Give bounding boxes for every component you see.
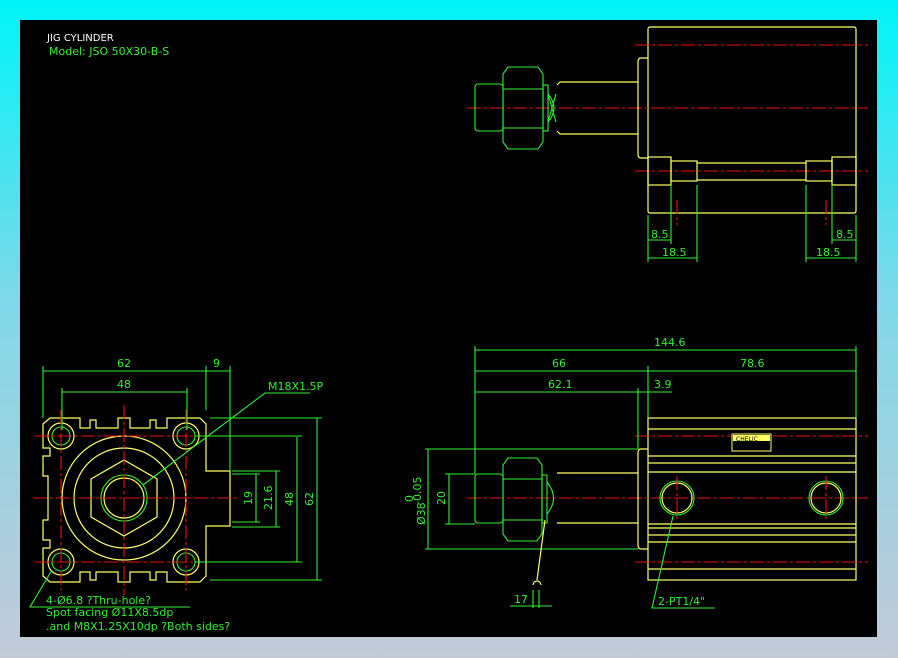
cad-drawing: JIG CYLINDER Model: JSO 50X30-B-S 8.5 18… <box>20 20 877 637</box>
dim-78-6: 78.6 <box>740 357 765 370</box>
thread-label: M18X1.5P <box>268 380 324 393</box>
dim-3-9: 3.9 <box>654 378 672 391</box>
dim-19: 19 <box>242 491 255 505</box>
dim-48-horizontal: 48 <box>117 378 131 391</box>
dim-62-height: 62 <box>303 492 316 506</box>
dim-144-6: 144.6 <box>654 336 686 349</box>
hole-note-3: .and M8X1.25X10dp ?Both sides? <box>46 620 230 633</box>
dim-8-5-left: 8.5 <box>651 228 669 241</box>
hole-note-2: Spot facing Ø11X8.5dp <box>46 606 173 619</box>
dim-62-width: 62 <box>117 357 131 370</box>
dim-62-1: 62.1 <box>548 378 573 391</box>
dim-66: 66 <box>552 357 566 370</box>
brand-label: CHELIC <box>736 436 758 443</box>
dim-8-5-right: 8.5 <box>836 228 854 241</box>
dim-bore-tol-lower: -0.05 <box>411 477 424 505</box>
dim-48-vertical: 48 <box>283 492 296 506</box>
dim-18-5-left: 18.5 <box>662 246 687 259</box>
dim-21-6: 21.6 <box>262 486 275 511</box>
model-label: Model: JSO 50X30-B-S <box>49 45 169 58</box>
drawing-canvas <box>20 20 877 637</box>
port-label: 2-PT1/4" <box>658 595 705 608</box>
drawing-title: JIG CYLINDER <box>46 33 114 44</box>
dim-18-5-right: 18.5 <box>816 246 841 259</box>
dim-17: 17 <box>514 593 528 606</box>
dim-9: 9 <box>213 357 220 370</box>
dim-20: 20 <box>435 491 448 505</box>
